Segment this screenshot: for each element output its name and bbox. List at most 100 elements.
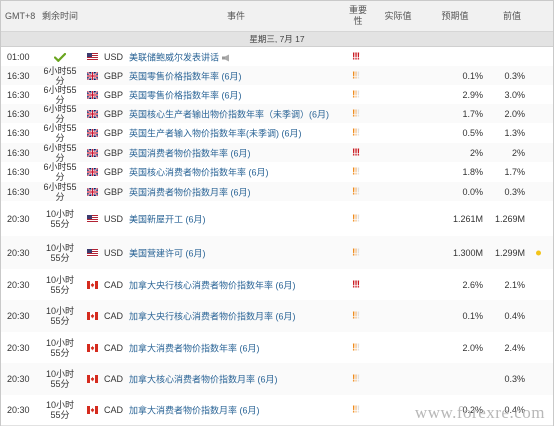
importance-icon: !!! (352, 186, 360, 197)
table-row[interactable]: 20:30 10小时55分 CAD 加拿大央行核心消费者物价指数月率 (6月)!!! 0… (1, 300, 553, 333)
forecast-value: 2.6% (462, 279, 483, 290)
table-row[interactable]: 01:00 USD 美联储鲍威尔发表讲话 !!! (1, 47, 553, 67)
header-event: 事件 (226, 11, 245, 21)
currency-code: GBP (104, 186, 124, 197)
event-time: 20:30 (7, 247, 30, 258)
time-remaining: 6小时55分 (43, 123, 77, 143)
importance-icon: !!! (352, 108, 360, 119)
event-link[interactable]: 英国核心消费者物价指数年率 (6月) (129, 166, 269, 179)
table-row[interactable]: 16:30 6小时55分 GBP 英国零售价格指数年率 (6月)!!! 0.1% 0.3% (1, 66, 553, 86)
previous-value: 2.1% (504, 279, 525, 290)
gb-flag-icon (86, 89, 99, 100)
event-link[interactable]: 英国零售价格指数年率 (6月) (129, 69, 242, 82)
alert-dot-icon (536, 250, 541, 255)
event-link[interactable]: 加拿大央行核心消费者物价指数月率 (6月) (129, 310, 296, 323)
table-row[interactable]: 16:30 6小时55分 GBP 英国核心消费者物价指数年率 (6月)!!! 1.8% 1… (1, 162, 553, 183)
importance-icon: !!! (352, 404, 360, 416)
event-link[interactable]: 美国营建许可 (6月) (129, 246, 206, 259)
time-remaining: 10小时55分 (45, 337, 74, 358)
currency-code: CAD (104, 405, 124, 415)
time-remaining: 6小时55分 (43, 181, 77, 202)
gb-flag-icon (86, 167, 99, 177)
time-remaining: 6小时55分 (43, 103, 77, 124)
currency-code: GBP (104, 108, 124, 119)
header-forecast: 预期值 (441, 11, 469, 21)
table-row[interactable]: 20:30 10小时55分 USD 美国营建许可 (6月)!!! 1.300M 1.299… (1, 236, 553, 270)
time-remaining: 10小时55分 (45, 242, 74, 263)
time-remaining: 6小时55分 (43, 65, 77, 86)
event-time: 20:30 (7, 374, 30, 384)
previous-value: 1.299M (494, 247, 525, 258)
time-remaining: 10小时55分 (45, 208, 74, 229)
event-link[interactable]: 英国核心生产者输出物价指数年率（未季调）(6月) (129, 107, 329, 120)
gb-flag-icon (86, 186, 99, 197)
us-flag-icon (87, 248, 98, 257)
event-time: 01:00 (7, 51, 30, 62)
table-row[interactable]: 16:30 6小时55分 GBP 英国零售价格指数年率 (6月)!!! 2.9% 3.0% (1, 85, 553, 105)
previous-value: 0.3% (504, 186, 525, 197)
table-row[interactable]: 20:30 10小时55分 CAD 加拿大消费者物价指数年率 (6月)!!! 2.0% 2… (1, 332, 553, 364)
table-row[interactable]: 20:30 10小时55分 CAD 加拿大核心消费者物价指数月率 (6月)!!! 0.3… (1, 363, 553, 396)
forecast-value: 1.8% (462, 167, 483, 177)
time-remaining: 10小时55分 (45, 369, 74, 389)
table-row[interactable]: 20:30 10小时55分 CAD 加拿大央行核心消费者物价指数年率 (6月)!!! 2… (1, 269, 553, 301)
previous-value: 2.4% (504, 342, 525, 353)
event-link[interactable]: 美联储鲍威尔发表讲话 (129, 50, 231, 63)
previous-value: 3.0% (504, 89, 525, 100)
currency-code: CAD (104, 374, 124, 384)
currency-code: GBP (104, 89, 124, 100)
forecast-value: 2.0% (462, 342, 483, 353)
table-header: GMT+8 剩余时间 事件 重要性 实际值 预期值 前值 (1, 1, 553, 32)
gb-flag-icon (86, 147, 99, 158)
gb-flag-icon (86, 108, 99, 119)
event-link[interactable]: 加拿大核心消费者物价指数月率 (6月) (129, 373, 278, 386)
event-link[interactable]: 加拿大消费者物价指数月率 (6月) (129, 404, 260, 417)
event-link[interactable]: 英国消费者物价指数月率 (6月) (129, 185, 251, 198)
watermark: www.forexre.com (414, 403, 545, 422)
event-time: 16:30 (7, 186, 30, 197)
currency-code: USD (104, 51, 124, 62)
importance-icon: !!! (352, 279, 360, 290)
event-link[interactable]: 美国新屋开工 (6月) (129, 212, 206, 225)
currency-code: USD (104, 247, 124, 258)
gb-flag-icon (86, 70, 99, 81)
event-link[interactable]: 加拿大央行核心消费者物价指数年率 (6月) (129, 278, 296, 291)
table-row[interactable]: 16:30 6小时55分 GBP 英国消费者物价指数年率 (6月)!!! 2% 2% (1, 143, 553, 163)
gb-flag-icon (86, 128, 99, 138)
importance-icon: !!! (352, 89, 360, 100)
event-time: 20:30 (7, 279, 30, 290)
forecast-value: 2.9% (462, 89, 483, 100)
event-time: 20:30 (7, 405, 30, 415)
event-link[interactable]: 英国零售价格指数年率 (6月) (129, 88, 242, 101)
currency-code: CAD (104, 342, 124, 353)
currency-code: GBP (104, 70, 124, 81)
event-time: 16:30 (7, 167, 30, 177)
ca-flag-icon (87, 406, 98, 414)
event-link[interactable]: 加拿大消费者物价指数年率 (6月) (129, 341, 260, 354)
forecast-value: 0.1% (462, 70, 483, 81)
header-timezone[interactable]: GMT+8 (5, 1, 35, 31)
speech-icon (219, 52, 231, 62)
event-time: 16:30 (7, 89, 30, 100)
ca-flag-icon (87, 343, 98, 352)
table-row[interactable]: 16:30 6小时55分 GBP 英国生产者输入物价指数年率(未季调) (6月)!!!… (1, 123, 553, 144)
event-link[interactable]: 英国生产者输入物价指数年率(未季调) (6月) (129, 127, 302, 140)
table-row[interactable]: 16:30 6小时55分 GBP 英国核心生产者输出物价指数年率（未季调）(6月)!!… (1, 104, 553, 124)
previous-value: 0.3% (504, 374, 525, 384)
us-flag-icon (87, 52, 98, 61)
currency-code: CAD (104, 279, 124, 290)
us-flag-icon (87, 214, 98, 223)
importance-icon: !!! (352, 310, 360, 322)
table-row[interactable]: 20:30 10小时55分 USD 美国新屋开工 (6月)!!! 1.261M 1.269… (1, 201, 553, 237)
time-remaining: 10小时55分 (45, 306, 74, 326)
day-separator: 星期三, 7月 17 (1, 32, 553, 47)
time-remaining: 10小时55分 (45, 400, 74, 420)
time-remaining: 10小时55分 (45, 274, 74, 295)
previous-value: 1.7% (504, 167, 525, 177)
table-row[interactable]: 16:30 6小时55分 GBP 英国消费者物价指数月率 (6月)!!! 0.0% 0.3… (1, 182, 553, 202)
importance-icon: !!! (352, 70, 360, 81)
importance-icon: !!! (352, 247, 360, 258)
importance-icon: !!! (352, 342, 360, 353)
event-link[interactable]: 英国消费者物价指数年率 (6月) (129, 146, 251, 159)
importance-icon: !!! (352, 213, 360, 224)
